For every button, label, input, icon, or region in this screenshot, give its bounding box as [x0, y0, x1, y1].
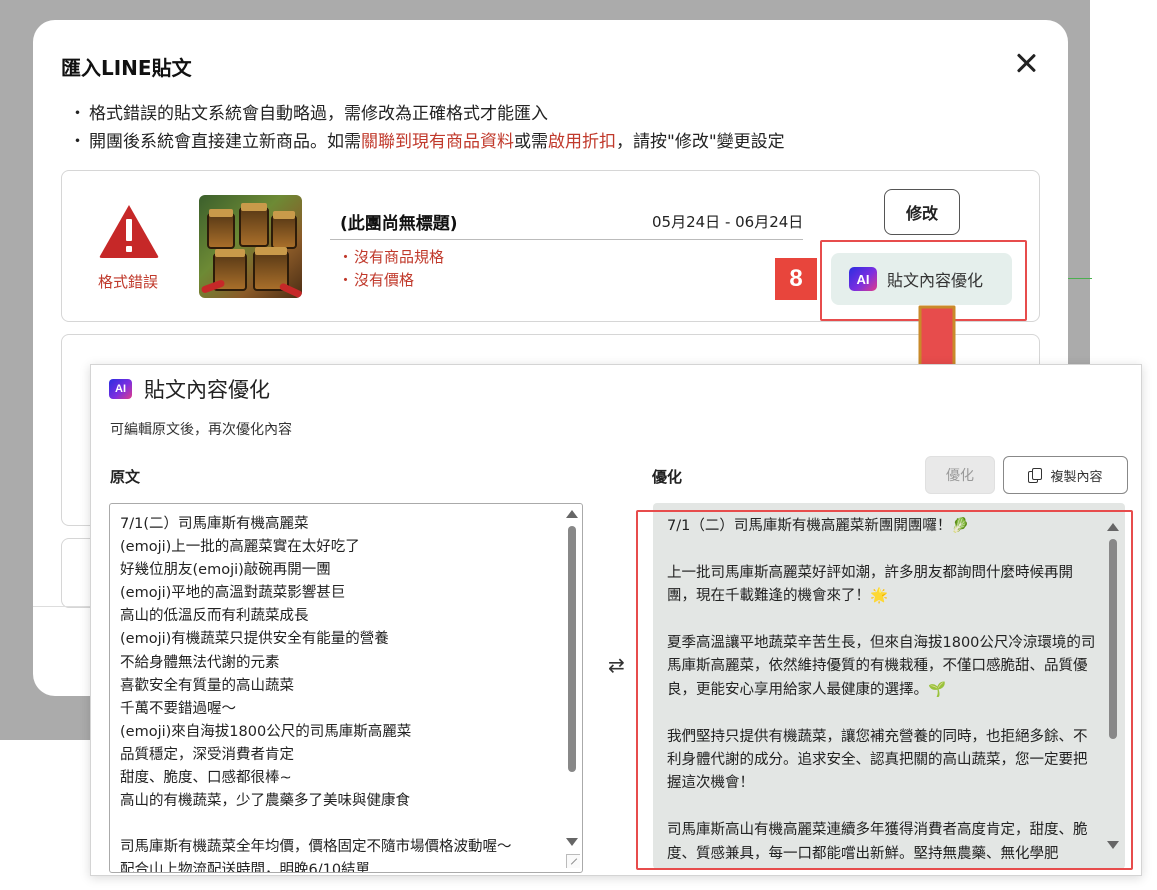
original-label: 原文	[110, 468, 141, 486]
error-text: 沒有價格	[354, 271, 415, 289]
close-icon[interactable]	[1013, 50, 1039, 76]
error-text: 沒有商品規格	[354, 248, 445, 266]
scrollbar-thumb[interactable]	[568, 526, 576, 772]
format-error-label: 格式錯誤	[98, 273, 159, 291]
note-text-2c: ，請按"修改"變更設定	[616, 132, 785, 152]
error-bullet: ・	[338, 248, 354, 266]
panel-title-text: 貼文內容優化	[144, 378, 270, 402]
copy-icon	[1028, 467, 1043, 483]
ai-icon: AI	[109, 379, 132, 399]
original-text[interactable]: 7/1(二）司馬庫斯有機高麗菜 (emoji)上一批的高麗菜實在太好吃了 好幾位…	[120, 513, 560, 872]
copy-content-button[interactable]: 複製內容	[1003, 456, 1128, 494]
link-enable-discount: 啟用折扣	[548, 132, 616, 152]
error-bullet: ・	[338, 271, 354, 289]
background-line	[1068, 278, 1092, 279]
optimized-label: 優化	[652, 468, 683, 486]
original-textarea[interactable]: 7/1(二）司馬庫斯有機高麗菜 (emoji)上一批的高麗菜實在太好吃了 好幾位…	[109, 503, 583, 873]
copy-content-label: 複製內容	[1050, 469, 1103, 485]
panel-title: AI 貼文內容優化	[109, 374, 270, 404]
optimize-panel: AI 貼文內容優化 可編輯原文後，再次優化內容 原文 優化 優化 複製內容 7/…	[90, 364, 1142, 876]
resize-handle[interactable]	[566, 854, 580, 868]
scroll-up-icon[interactable]	[566, 510, 578, 518]
post-date-range: 05月24日 - 06月24日	[652, 213, 804, 231]
note-line-2: ・開團後系統會直接建立新商品。如需關聯到現有商品資料或需啟用折扣，請按"修改"變…	[69, 128, 785, 156]
link-associate-product: 關聯到現有商品資料	[361, 132, 514, 152]
modal-title: 匯入LINE貼文	[61, 56, 192, 80]
warning-icon	[99, 205, 159, 258]
note-text-1: 格式錯誤的貼文系統會自動略過，需修改為正確格式才能匯入	[89, 104, 548, 124]
note-text-2a: 開團後系統會直接建立新商品。如需	[89, 132, 361, 152]
note-line-1: ・格式錯誤的貼文系統會自動略過，需修改為正確格式才能匯入	[69, 100, 785, 128]
error-item: ・沒有商品規格	[338, 246, 444, 269]
product-image	[199, 195, 302, 298]
note-text-2b: 或需	[514, 132, 548, 152]
swap-icon: ⇄	[608, 653, 625, 677]
step-badge: 8	[775, 258, 817, 300]
optimized-highlight-box	[636, 510, 1133, 870]
card-divider	[330, 239, 803, 240]
import-notes: ・格式錯誤的貼文系統會自動略過，需修改為正確格式才能匯入 ・開團後系統會直接建立…	[69, 100, 785, 156]
panel-subtitle: 可編輯原文後，再次優化內容	[110, 422, 292, 438]
post-title: (此團尚無標題)	[340, 214, 458, 234]
edit-button[interactable]: 修改	[884, 189, 960, 235]
error-item: ・沒有價格	[338, 269, 444, 292]
scroll-down-icon[interactable]	[566, 838, 578, 846]
note-bullet: ・	[69, 132, 86, 152]
error-list: ・沒有商品規格 ・沒有價格	[338, 246, 444, 292]
optimize-button[interactable]: 優化	[925, 456, 995, 494]
note-bullet: ・	[69, 104, 86, 124]
